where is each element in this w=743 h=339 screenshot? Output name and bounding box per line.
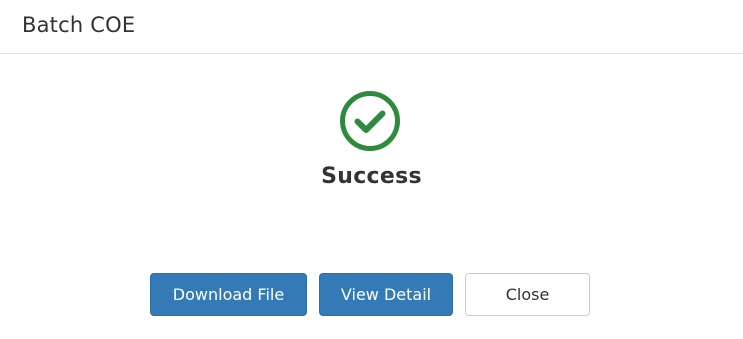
batch-coe-dialog: Batch COE Success Download File View Det… — [0, 0, 743, 339]
close-button[interactable]: Close — [465, 273, 590, 316]
download-file-button[interactable]: Download File — [150, 273, 307, 316]
dialog-title: Batch COE — [22, 13, 136, 37]
status-text: Success — [321, 164, 422, 189]
dialog-header: Batch COE — [0, 0, 743, 54]
check-circle-icon — [339, 90, 401, 152]
view-detail-button[interactable]: View Detail — [319, 273, 453, 316]
